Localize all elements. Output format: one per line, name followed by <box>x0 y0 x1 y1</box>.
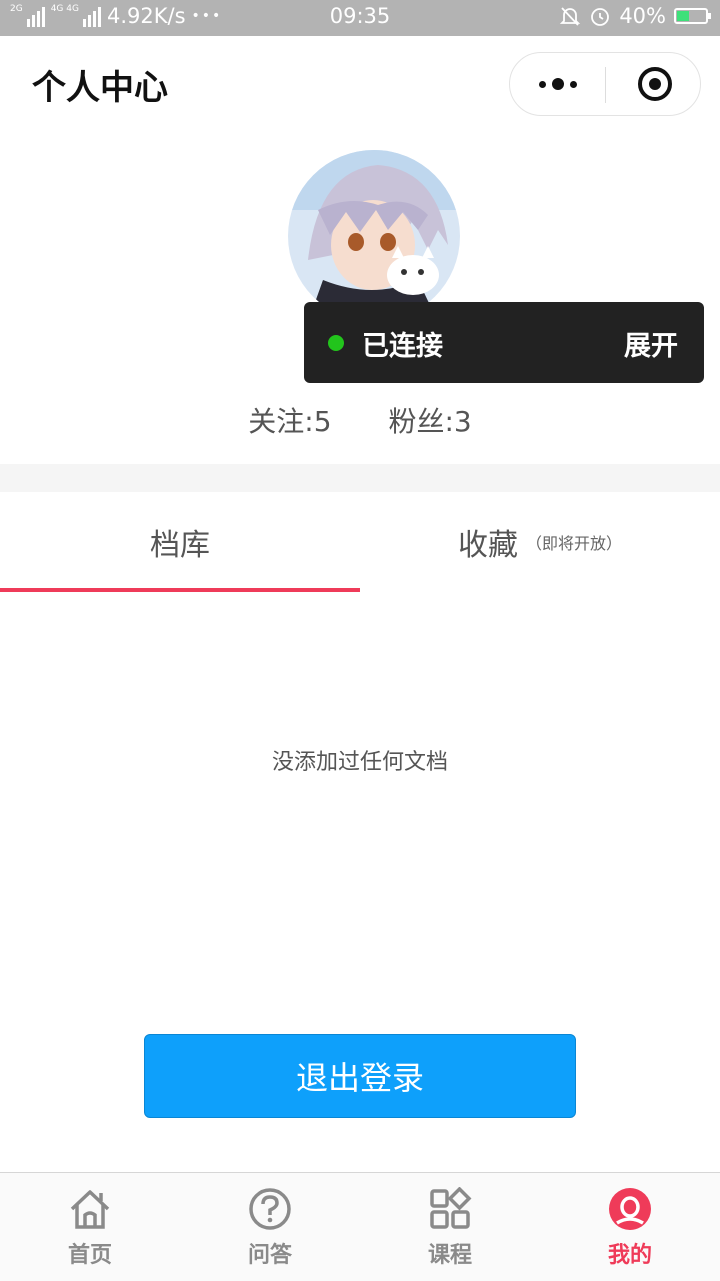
followers-count[interactable]: 粉丝:3 <box>388 405 471 438</box>
tab-archive-label: 档库 <box>150 528 210 563</box>
page-title: 个人中心 <box>32 68 168 108</box>
tabbar-item-qa[interactable]: 问答 <box>180 1173 360 1281</box>
tabbar-item-home[interactable]: 首页 <box>0 1173 180 1281</box>
section-divider <box>0 464 720 492</box>
close-icon[interactable] <box>638 67 672 101</box>
tab-archive[interactable]: 档库 <box>0 492 360 592</box>
capsule-menu <box>509 52 701 116</box>
status-bar: 2G 4G 4G 4.92K/s ••• 09:35 40% <box>0 0 720 36</box>
bottom-tab-bar: 首页 问答 课程 我的 <box>0 1172 720 1281</box>
following-count[interactable]: 关注:5 <box>248 405 331 438</box>
mute-bell-icon <box>560 7 581 26</box>
connection-status: 已连接 <box>362 331 443 362</box>
tabbar-item-mine[interactable]: 我的 <box>540 1173 720 1281</box>
more-icon[interactable] <box>510 53 606 115</box>
expand-button[interactable]: 展开 <box>624 324 678 363</box>
alarm-icon <box>591 8 610 26</box>
tabbar-item-courses[interactable]: 课程 <box>360 1173 540 1281</box>
status-right: 40% <box>559 4 711 28</box>
tabbar-label-courses: 课程 <box>427 1242 472 1268</box>
content-tabs: 档库 收藏 （即将开放） <box>0 492 720 592</box>
connection-toast: 已连接 展开 <box>304 302 704 383</box>
user-icon <box>609 1188 651 1230</box>
question-icon <box>249 1188 291 1230</box>
active-tab-indicator <box>0 588 360 592</box>
tab-favorites-label: 收藏 <box>457 528 518 563</box>
tabbar-label-home: 首页 <box>67 1242 112 1268</box>
battery-percent: 40% <box>619 4 666 28</box>
tab-favorites-note: （即将开放） <box>525 534 622 553</box>
home-icon <box>70 1190 110 1229</box>
tabbar-label-mine: 我的 <box>607 1242 652 1268</box>
nav-bar: 个人中心 <box>0 36 720 132</box>
grid-icon <box>430 1187 472 1229</box>
tab-favorites[interactable]: 收藏 （即将开放） <box>360 492 720 592</box>
empty-state-text: 没添加过任何文档 <box>271 750 448 775</box>
capsule-divider <box>605 67 606 103</box>
tabbar-label-qa: 问答 <box>247 1242 292 1268</box>
battery-icon <box>674 8 711 24</box>
follow-stats: 关注:5 粉丝:3 <box>0 400 720 440</box>
connected-dot-icon <box>328 335 344 351</box>
logout-button[interactable]: 退出登录 <box>144 1034 576 1118</box>
avatar[interactable] <box>288 150 460 322</box>
